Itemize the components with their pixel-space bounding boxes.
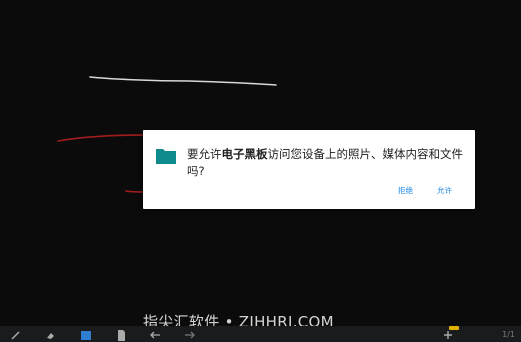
message-prefix: 要允许	[187, 147, 222, 161]
white-stroke	[89, 76, 277, 86]
redo-icon[interactable]	[183, 329, 195, 341]
dialog-message: 要允许电子黑板访问您设备上的照片、媒体内容和文件吗?	[187, 146, 471, 180]
bottom-toolbar: 1/1	[0, 326, 521, 342]
folder-icon	[156, 149, 176, 164]
deny-button[interactable]: 拒绝	[398, 185, 413, 196]
page-icon[interactable]	[115, 329, 127, 341]
undo-icon[interactable]	[150, 329, 162, 341]
select-icon[interactable]	[80, 329, 92, 341]
pen-icon[interactable]	[10, 329, 22, 341]
add-page-icon[interactable]	[442, 329, 454, 341]
eraser-icon[interactable]	[44, 329, 56, 341]
app-name: 电子黑板	[221, 147, 268, 161]
allow-button[interactable]: 允许	[437, 185, 452, 196]
red-stroke-top	[57, 134, 146, 142]
page-indicator: 1/1	[502, 330, 515, 339]
permission-dialog: 要允许电子黑板访问您设备上的照片、媒体内容和文件吗? 拒绝 允许	[143, 130, 475, 209]
